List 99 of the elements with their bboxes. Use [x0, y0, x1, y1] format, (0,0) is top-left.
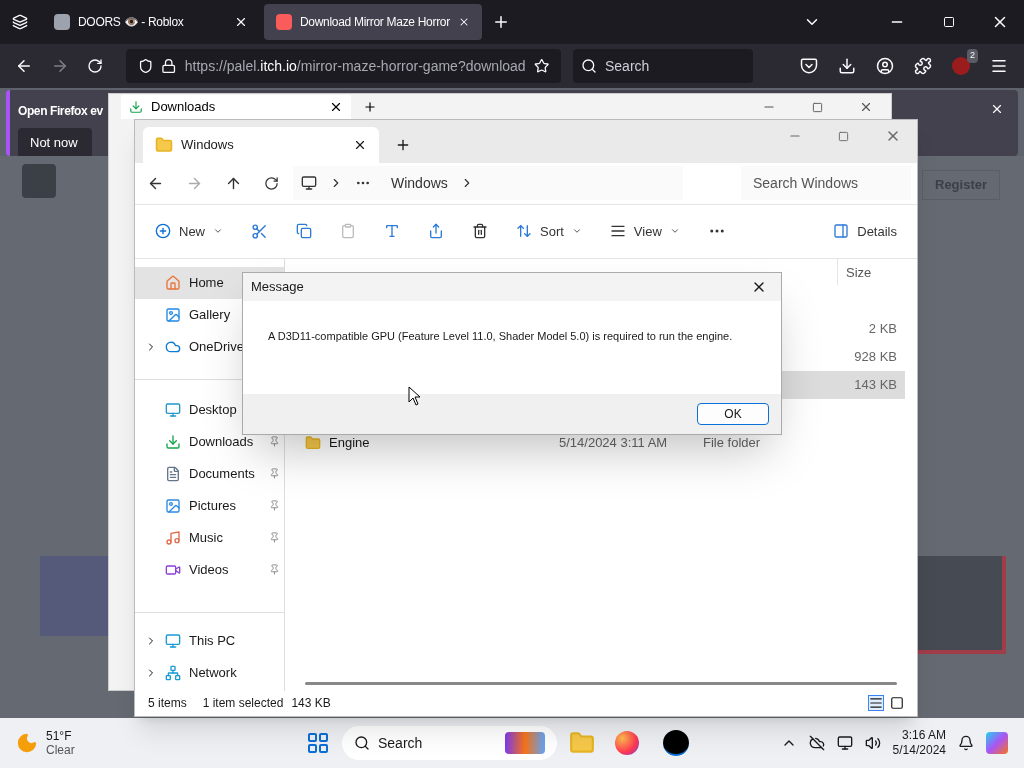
- favicon-icon: [276, 14, 292, 30]
- close-icon[interactable]: [234, 15, 248, 29]
- panel-icon: [833, 223, 850, 240]
- tab-list-icon[interactable]: [12, 14, 28, 30]
- column-header[interactable]: Size: [837, 258, 917, 285]
- address-bar[interactable]: https://palel.itch.io/mirror-maze-horror-game?download: [126, 49, 561, 83]
- search-field[interactable]: Search Windows: [741, 166, 911, 201]
- close-icon[interactable]: [859, 100, 873, 114]
- close-icon[interactable]: [329, 100, 343, 114]
- details-button[interactable]: Details: [833, 221, 897, 241]
- delete-icon[interactable]: [472, 223, 488, 240]
- cloud-off-icon[interactable]: [808, 735, 825, 751]
- file-date: 5/14/2024 3:11 AM: [559, 433, 669, 452]
- tab-title: DOORS 👁 - Roblox: [78, 14, 185, 31]
- cursor-icon: [408, 386, 420, 406]
- weather-text: Clear: [46, 743, 75, 757]
- music-icon: [165, 529, 181, 546]
- bookmark-star-icon[interactable]: [533, 58, 549, 74]
- refresh-icon[interactable]: [264, 175, 279, 191]
- badge: 2: [967, 49, 978, 63]
- menu-icon[interactable]: [990, 57, 1008, 75]
- favicon-icon: [54, 14, 70, 30]
- horizontal-scrollbar[interactable]: [305, 681, 897, 685]
- close-icon[interactable]: [990, 102, 1004, 116]
- tiles-view-icon[interactable]: [890, 696, 904, 711]
- breadcrumb-item[interactable]: Windows: [391, 172, 448, 194]
- temperature-text: 51°F: [46, 729, 73, 743]
- sidebar-item[interactable]: Documents: [135, 457, 284, 490]
- search-icon: [581, 58, 597, 74]
- moon-icon: [16, 732, 38, 754]
- search-icon: [354, 735, 370, 751]
- file-size: 143 KB: [854, 375, 898, 394]
- monitor-icon: [165, 632, 181, 649]
- dialog-message: A D3D11-compatible GPU (Feature Level 11.0, Shader Model 5.0) is required to run the engine.: [268, 330, 733, 342]
- folder-icon: [305, 434, 321, 451]
- share-icon[interactable]: [428, 223, 444, 240]
- window-tab[interactable]: Windows: [143, 126, 379, 163]
- view-button[interactable]: View: [609, 221, 680, 241]
- reload-icon[interactable]: [87, 58, 103, 74]
- browser-tab[interactable]: DOORS 👁 - Roblox: [42, 4, 260, 40]
- url-text: https://palel.itch.io/mirror-maze-horror-game?download: [184, 56, 526, 76]
- copy-icon[interactable]: [296, 223, 312, 240]
- file-size: 928 KB: [854, 347, 898, 366]
- sidebar-item[interactable]: Pictures: [135, 489, 284, 522]
- new-tab-icon[interactable]: [492, 13, 510, 31]
- monitor-icon: [165, 401, 181, 418]
- browser-tab[interactable]: Download Mirror Maze Horror: [264, 4, 482, 40]
- logo-icon: [22, 164, 56, 198]
- details-view-icon[interactable]: [868, 695, 884, 712]
- shield-icon: [138, 58, 154, 74]
- pocket-icon[interactable]: [800, 57, 818, 75]
- taskbar-search[interactable]: Search: [342, 726, 557, 760]
- sort-icon: [516, 223, 532, 240]
- clock-date: 5/14/2024: [892, 743, 946, 758]
- document-icon: [165, 465, 181, 482]
- status-text: 143 KB: [291, 695, 331, 713]
- search-field[interactable]: Search: [573, 49, 753, 83]
- network-icon: [165, 664, 181, 681]
- banner-text: Open Firefox ev: [18, 103, 103, 120]
- clock-time: 3:16 AM: [901, 728, 946, 743]
- sort-button[interactable]: Sort: [516, 221, 582, 241]
- cut-icon[interactable]: [251, 222, 268, 240]
- tab-title: Download Mirror Maze Horror: [300, 14, 450, 31]
- account-icon[interactable]: [876, 57, 894, 75]
- search-highlight-icon: [505, 732, 545, 754]
- address-bar[interactable]: Windows: [293, 166, 683, 201]
- folder-icon: [155, 135, 173, 154]
- sidebar-item[interactable]: Music: [135, 521, 284, 554]
- lock-icon: [161, 58, 177, 74]
- app-icon[interactable]: [663, 730, 689, 756]
- new-button[interactable]: New: [155, 221, 223, 241]
- plus-icon: [155, 223, 171, 240]
- window-tab[interactable]: Downloads: [121, 95, 351, 119]
- sidebar-item[interactable]: Network: [135, 656, 284, 689]
- new-tab-icon[interactable]: [363, 100, 377, 114]
- extensions-icon[interactable]: [914, 57, 932, 75]
- download-icon: [165, 433, 181, 450]
- house-icon: [165, 274, 181, 291]
- status-text: 1 item selected: [202, 695, 284, 713]
- sidebar-item[interactable]: This PC: [135, 624, 284, 657]
- download-icon: [129, 100, 143, 114]
- file-name: Engine: [329, 433, 371, 452]
- notification-icon[interactable]: [958, 735, 974, 751]
- monitor-icon: [301, 175, 317, 192]
- file-type: File folder: [703, 433, 761, 452]
- sidebar-item[interactable]: Downloads: [135, 425, 284, 458]
- back-icon[interactable]: [15, 57, 33, 75]
- not-now-button[interactable]: Not now: [18, 128, 92, 158]
- status-text: 5 items: [148, 695, 187, 713]
- downloads-icon[interactable]: [838, 57, 856, 75]
- sidebar-item[interactable]: Videos: [135, 553, 284, 586]
- firefox-icon[interactable]: [615, 731, 639, 755]
- rename-icon[interactable]: [384, 223, 400, 240]
- display-icon[interactable]: [836, 735, 853, 751]
- volume-icon[interactable]: [864, 735, 881, 751]
- start-icon[interactable]: [306, 731, 330, 755]
- ok-button[interactable]: OK: [697, 403, 769, 425]
- image-icon: [165, 497, 181, 514]
- image-icon: [165, 306, 181, 323]
